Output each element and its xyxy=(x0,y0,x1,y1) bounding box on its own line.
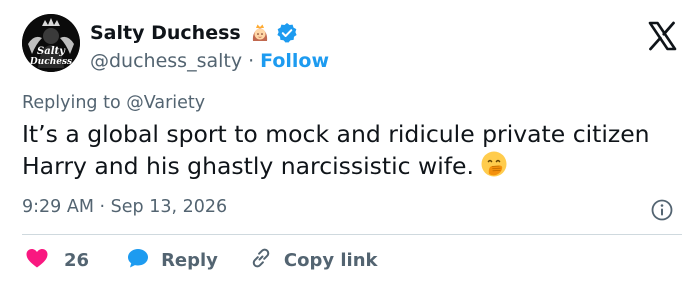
info-icon[interactable] xyxy=(650,198,674,222)
heart-icon xyxy=(24,245,50,276)
face-with-hand-over-mouth-emoji-icon xyxy=(480,150,508,178)
tweet-body: It’s a global sport to mock and ridicule… xyxy=(22,120,650,180)
princess-emoji-icon xyxy=(249,22,271,44)
reply-bubble-icon xyxy=(125,245,151,276)
handle[interactable]: @duchess_salty xyxy=(90,50,242,72)
author-info: Salty Duchess @duchess_salty · Follow xyxy=(90,20,329,74)
copy-link-button[interactable]: Copy link xyxy=(248,245,378,276)
svg-text:Duchess: Duchess xyxy=(29,57,72,67)
avatar[interactable]: Salty Duchess xyxy=(22,14,80,72)
tweet-timestamp[interactable]: 9:29 AM · Sep 13, 2026 xyxy=(22,197,227,217)
replying-target[interactable]: @Variety xyxy=(126,93,205,113)
display-name[interactable]: Salty Duchess xyxy=(90,22,241,44)
replying-prefix: Replying to xyxy=(22,93,121,113)
tweet-header: Salty Duchess Salty Duchess @duchess_sal… xyxy=(22,14,682,76)
replying-to: Replying to @Variety xyxy=(22,93,205,113)
action-bar: 26 Reply Copy link xyxy=(24,246,378,274)
tweet-text: It’s a global sport to mock and ridicule… xyxy=(22,119,682,182)
svg-text:Salty: Salty xyxy=(37,46,66,57)
tweet-date: Sep 13, 2026 xyxy=(110,197,228,217)
handle-separator: · xyxy=(248,50,255,72)
reply-label: Reply xyxy=(161,249,218,271)
like-count: 26 xyxy=(64,249,90,271)
link-icon xyxy=(248,245,274,276)
reply-button[interactable]: Reply xyxy=(125,245,218,276)
tweet-time: 9:29 AM xyxy=(22,197,94,217)
meta-separator: · xyxy=(99,197,106,217)
follow-button[interactable]: Follow xyxy=(260,50,329,72)
divider xyxy=(22,234,682,235)
verified-badge-icon xyxy=(276,22,298,44)
like-button[interactable]: 26 xyxy=(24,245,89,276)
x-logo-icon[interactable] xyxy=(644,18,680,54)
tweet-card: Salty Duchess Salty Duchess @duchess_sal… xyxy=(0,0,700,287)
copy-link-label: Copy link xyxy=(283,249,378,271)
